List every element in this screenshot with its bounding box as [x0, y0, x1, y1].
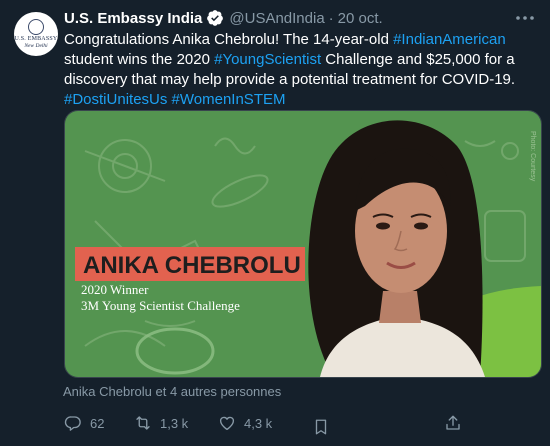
hashtag-youngscientist[interactable]: #YoungScientist [214, 51, 321, 68]
tagged-people[interactable]: Anika Chebrolu et 4 autres personnes [63, 384, 281, 399]
tweet-text: Congratulations Anika Chebrolu! The 14-y… [64, 30, 534, 110]
separator-dot: · [328, 9, 334, 27]
hashtag-womeninstem[interactable]: #WomenInSTEM [172, 91, 286, 108]
author-name[interactable]: U.S. Embassy India [64, 10, 202, 27]
like-count: 4,3 k [244, 415, 273, 431]
reply-icon [64, 416, 81, 431]
share-button[interactable] [444, 414, 462, 432]
tweet-actions: 62 1,3 k 4,3 k [64, 414, 534, 436]
tweet-text-part: Congratulations Anika Chebrolu! The 14-y… [64, 31, 394, 48]
tweet-header: U.S. Embassy India @USAndIndia · 20 oct. [64, 8, 383, 28]
tweet-media-image[interactable]: ANIKA CHEBROLU 2020 Winner 3M Young Scie… [64, 110, 542, 378]
avatar[interactable]: U.S. EMBASSY New Delhi [14, 12, 58, 56]
avatar-line-1: U.S. EMBASSY [14, 36, 58, 42]
tweet-date[interactable]: 20 oct. [338, 10, 383, 27]
like-button[interactable]: 4,3 k [218, 414, 272, 432]
avatar-line-2: New Delhi [24, 43, 48, 49]
more-options-icon[interactable] [514, 10, 536, 26]
hashtag-dostiunitesus[interactable]: #DostiUnitesUs [64, 91, 167, 108]
author-handle[interactable]: @USAndIndia [229, 10, 324, 27]
bookmark-button[interactable] [312, 418, 330, 436]
verified-badge-icon [207, 10, 224, 26]
winner-line-1-text: 2020 Winner [81, 282, 149, 297]
reply-button[interactable]: 62 [64, 414, 104, 432]
reply-count: 62 [90, 415, 105, 431]
retweet-icon [136, 416, 150, 430]
media-illustration: ANIKA CHEBROLU 2020 Winner 3M Young Scie… [65, 111, 541, 377]
winner-line-2-text: 3M Young Scientist Challenge [81, 298, 240, 313]
photo-credit-text: Photo: Courtesy [529, 131, 536, 182]
tweet-text-part: student wins the 2020 [64, 51, 215, 68]
share-icon [446, 415, 460, 430]
retweet-button[interactable]: 1,3 k [134, 414, 188, 432]
winner-name-text: ANIKA CHEBROLU [83, 252, 301, 279]
bookmark-icon [315, 419, 327, 435]
embassy-seal-icon [28, 19, 44, 35]
hashtag-indianamerican[interactable]: #IndianAmerican [393, 31, 506, 48]
like-icon [219, 416, 235, 431]
retweet-count: 1,3 k [160, 415, 189, 431]
tweet-card[interactable]: U.S. EMBASSY New Delhi U.S. Embassy Indi… [0, 0, 550, 446]
